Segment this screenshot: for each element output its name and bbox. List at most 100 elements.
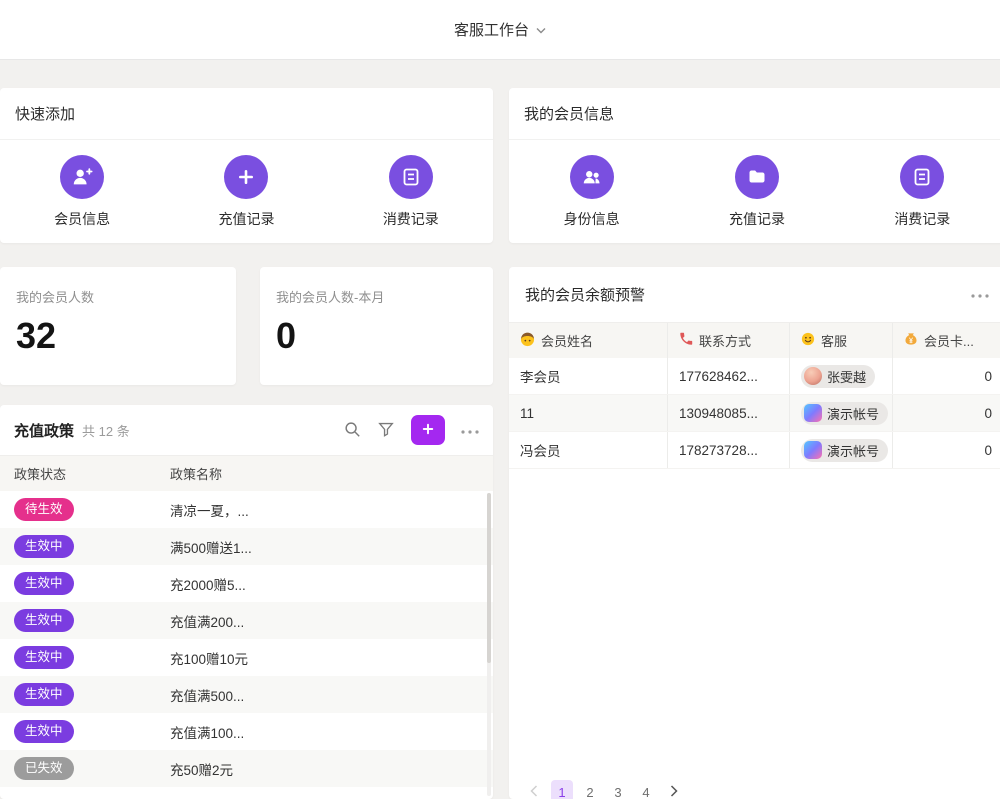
search-button[interactable] bbox=[343, 420, 361, 441]
app-header: 客服工作台 bbox=[0, 0, 1000, 60]
filter-icon bbox=[377, 420, 395, 441]
recharge-policy-title: 充值政策 bbox=[14, 420, 74, 441]
more-button[interactable] bbox=[971, 287, 989, 302]
recharge-policy-count: 共 12 条 bbox=[82, 421, 130, 440]
folder-icon bbox=[735, 155, 779, 199]
member-name: 李会员 bbox=[509, 358, 668, 394]
balance-table-header: 会员姓名 联系方式 客服 会员卡... bbox=[509, 322, 1000, 358]
policy-name: 充100赠10元 bbox=[156, 648, 493, 668]
table-row[interactable]: 生效中 充100赠10元 bbox=[0, 639, 493, 676]
policy-table-body: 待生效 清凉一夏，... 生效中 满500赠送1... 生效中 充2000赠5.… bbox=[0, 491, 493, 787]
policy-name: 满500赠送1... bbox=[156, 537, 493, 557]
service-agent-name: 张雯越 bbox=[827, 367, 866, 386]
avatar bbox=[804, 441, 822, 459]
member-name: 11 bbox=[509, 395, 668, 431]
quick-item-label: 消费记录 bbox=[383, 209, 439, 229]
table-row[interactable]: 生效中 充值满100... bbox=[0, 713, 493, 750]
service-agent-name: 演示帐号 bbox=[827, 441, 879, 460]
policy-name: 清凉一夏，... bbox=[156, 500, 493, 520]
card-balance: 0 bbox=[893, 358, 1000, 394]
scrollbar-thumb[interactable] bbox=[487, 493, 491, 663]
table-row[interactable]: 11 130948085... 演示帐号 0 bbox=[509, 395, 1000, 432]
group-icon bbox=[570, 155, 614, 199]
plus-icon bbox=[224, 155, 268, 199]
quick-item-label: 会员信息 bbox=[54, 209, 110, 229]
filter-button[interactable] bbox=[377, 420, 395, 441]
policy-name: 充50赠2元 bbox=[156, 759, 493, 779]
quick-add-member-info[interactable]: 会员信息 bbox=[54, 155, 110, 229]
phone-icon bbox=[679, 332, 693, 349]
policy-name: 充值满200... bbox=[156, 611, 493, 631]
quick-item-label: 消费记录 bbox=[894, 209, 950, 229]
column-header-card-balance: 会员卡... bbox=[893, 323, 1000, 358]
receipt-icon bbox=[900, 155, 944, 199]
status-badge: 待生效 bbox=[14, 498, 74, 521]
table-row[interactable]: 李会员 177628462... 张雯越 0 bbox=[509, 358, 1000, 395]
policy-table-header: 政策状态 政策名称 bbox=[0, 455, 493, 491]
table-row[interactable]: 生效中 充值满200... bbox=[0, 602, 493, 639]
card-balance: 0 bbox=[893, 432, 1000, 468]
my-member-info-card: 我的会员信息 身份信息 充值记录 消费记录 bbox=[509, 88, 1000, 243]
more-button[interactable] bbox=[461, 423, 479, 438]
quick-item-label: 充值记录 bbox=[729, 209, 785, 229]
page-button-1[interactable]: 1 bbox=[551, 780, 573, 799]
card-balance: 0 bbox=[893, 395, 1000, 431]
pagination: 1 2 3 4 bbox=[523, 780, 685, 799]
stat-value: 0 bbox=[276, 316, 477, 356]
stat-card-member-count-month: 我的会员人数-本月 0 bbox=[260, 267, 493, 385]
status-badge: 生效中 bbox=[14, 646, 74, 669]
balance-alert-title: 我的会员余额预警 bbox=[525, 284, 645, 305]
column-header-name: 政策名称 bbox=[156, 464, 493, 483]
workspace-switcher[interactable]: 客服工作台 bbox=[454, 19, 546, 40]
member-contact: 130948085... bbox=[668, 395, 790, 431]
member-add-icon bbox=[60, 155, 104, 199]
policy-name: 充2000赠5... bbox=[156, 574, 493, 594]
coin-icon bbox=[904, 332, 918, 349]
column-header-service: 客服 bbox=[790, 323, 893, 358]
my-member-info-card-title: 我的会员信息 bbox=[509, 88, 1000, 140]
quick-add-recharge-record[interactable]: 充值记录 bbox=[218, 155, 274, 229]
page-button-4[interactable]: 4 bbox=[635, 780, 657, 799]
table-row[interactable]: 生效中 充2000赠5... bbox=[0, 565, 493, 602]
balance-alert-card: 我的会员余额预警 会员姓名 联系方式 bbox=[509, 267, 1000, 799]
policy-name: 充值满500... bbox=[156, 685, 493, 705]
quick-add-items: 会员信息 充值记录 消费记录 bbox=[0, 140, 493, 229]
column-header-status: 政策状态 bbox=[0, 464, 156, 483]
person-face-icon bbox=[520, 332, 535, 350]
quick-add-consume-record[interactable]: 消费记录 bbox=[383, 155, 439, 229]
page-title: 客服工作台 bbox=[454, 19, 529, 40]
status-badge: 生效中 bbox=[14, 683, 74, 706]
policy-name: 充值满100... bbox=[156, 722, 493, 742]
member-identity-info[interactable]: 身份信息 bbox=[564, 155, 620, 229]
add-record-button[interactable] bbox=[411, 415, 445, 445]
member-name: 冯会员 bbox=[509, 432, 668, 468]
page-button-2[interactable]: 2 bbox=[579, 780, 601, 799]
balance-alert-header: 我的会员余额预警 bbox=[509, 267, 1000, 322]
stat-value: 32 bbox=[16, 316, 220, 356]
status-badge: 已失效 bbox=[14, 757, 74, 780]
member-recharge-record[interactable]: 充值记录 bbox=[729, 155, 785, 229]
service-agent-name: 演示帐号 bbox=[827, 404, 879, 423]
member-contact: 177628462... bbox=[668, 358, 790, 394]
service-agent-tag: 演示帐号 bbox=[801, 439, 888, 462]
table-row[interactable]: 生效中 充值满500... bbox=[0, 676, 493, 713]
table-row[interactable]: 已失效 充50赠2元 bbox=[0, 750, 493, 787]
plus-icon bbox=[420, 421, 436, 440]
status-badge: 生效中 bbox=[14, 609, 74, 632]
member-consume-record[interactable]: 消费记录 bbox=[894, 155, 950, 229]
column-header-contact: 联系方式 bbox=[668, 323, 790, 358]
table-row[interactable]: 生效中 满500赠送1... bbox=[0, 528, 493, 565]
chevron-right-icon bbox=[670, 785, 678, 799]
prev-page-button[interactable] bbox=[523, 780, 545, 799]
more-icon bbox=[971, 287, 989, 302]
quick-item-label: 充值记录 bbox=[218, 209, 274, 229]
page-button-3[interactable]: 3 bbox=[607, 780, 629, 799]
vertical-scrollbar[interactable] bbox=[487, 493, 491, 796]
smiley-icon bbox=[801, 332, 815, 349]
table-row[interactable]: 冯会员 178273728... 演示帐号 0 bbox=[509, 432, 1000, 469]
column-header-member-name: 会员姓名 bbox=[509, 323, 668, 358]
member-contact: 178273728... bbox=[668, 432, 790, 468]
table-row[interactable]: 待生效 清凉一夏，... bbox=[0, 491, 493, 528]
stat-label: 我的会员人数-本月 bbox=[276, 287, 477, 306]
next-page-button[interactable] bbox=[663, 780, 685, 799]
